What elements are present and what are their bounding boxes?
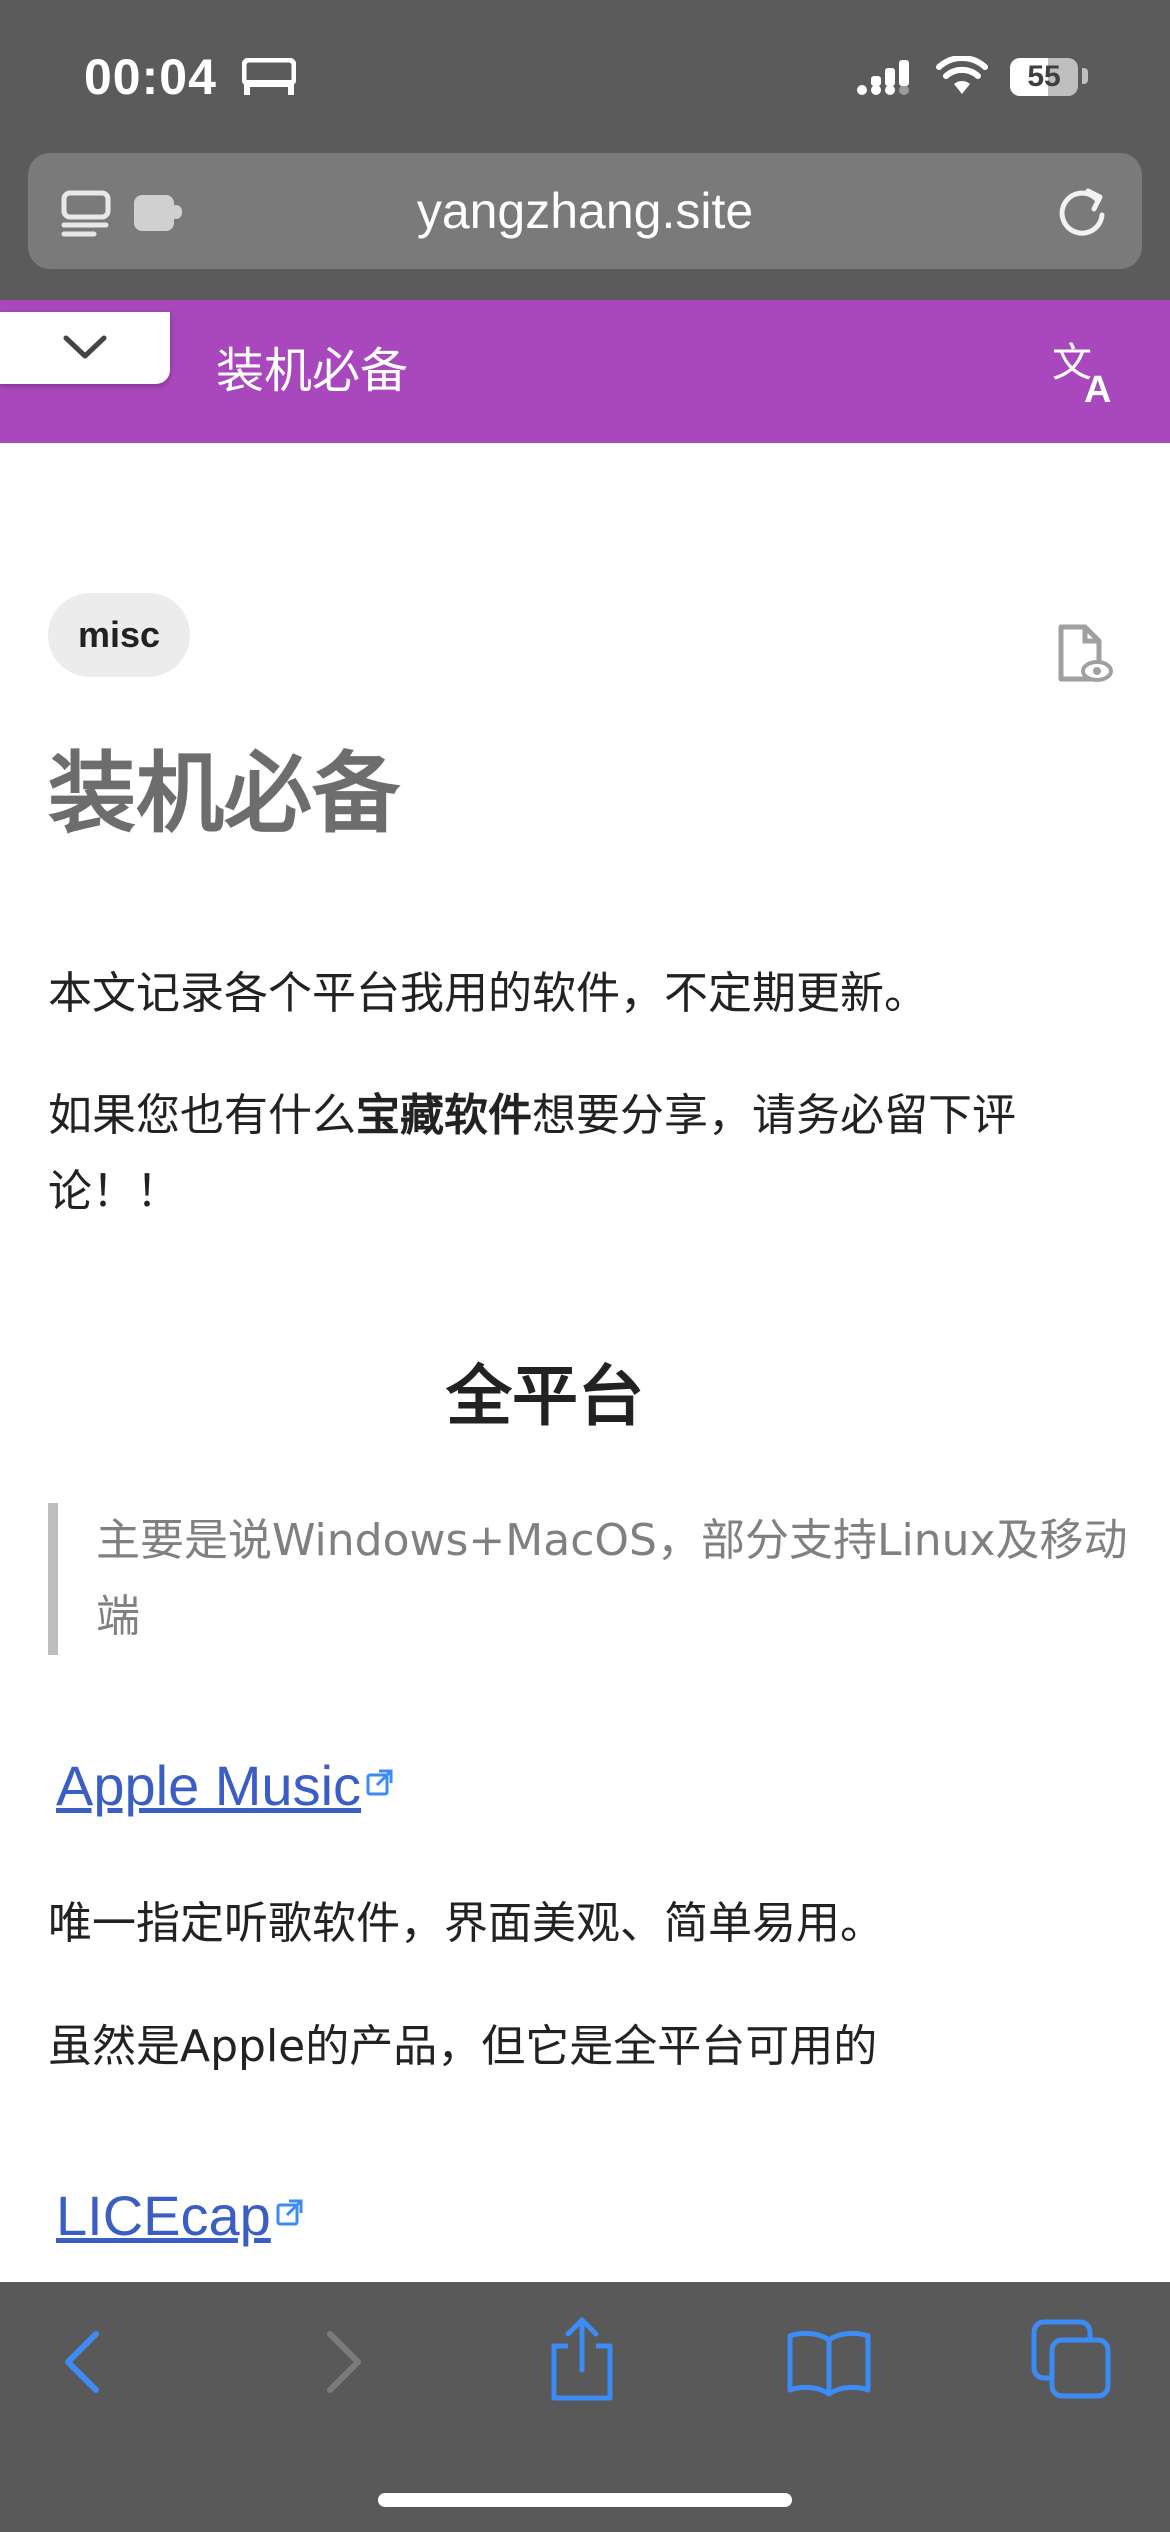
intro-paragraph: 本文记录各个平台我用的软件，不定期更新。 (48, 968, 928, 1019)
software-link-label[interactable]: LICEcap (56, 2184, 271, 2247)
battery-icon: 55 (1010, 58, 1078, 96)
reload-icon[interactable] (1054, 183, 1110, 239)
cta-paragraph: 如果您也有什么宝藏软件想要分享，请务必留下评论！！ (48, 1078, 1118, 1230)
url-text[interactable]: yangzhang.site (28, 153, 1142, 269)
external-link-icon (276, 2199, 303, 2226)
home-indicator (378, 2493, 792, 2507)
external-link-icon (366, 1769, 393, 1796)
status-bar: 00:04 55 (0, 0, 1170, 150)
software-link-apple-music[interactable]: Apple Music (56, 1753, 395, 1818)
svg-text:A: A (1084, 369, 1111, 404)
translate-icon[interactable]: 文 A (1050, 338, 1122, 404)
chevron-down-icon (63, 335, 107, 359)
bookmarks-button[interactable] (784, 2326, 874, 2398)
cta-text-before: 如果您也有什么 (48, 1090, 356, 1141)
address-bar[interactable]: yangzhang.site (28, 153, 1142, 269)
reader-view-icon[interactable] (1055, 621, 1115, 687)
item-description: 唯一指定听歌软件，界面美观、简单易用。 (48, 1898, 884, 1949)
category-tag[interactable]: misc (48, 593, 191, 677)
battery-level: 55 (1027, 60, 1061, 93)
back-button[interactable] (56, 2322, 116, 2402)
signal-icon (857, 60, 909, 95)
forward-button[interactable] (310, 2322, 370, 2402)
article-title: 装机必备 (48, 742, 401, 845)
bed-icon (242, 58, 296, 95)
share-button[interactable] (546, 2314, 618, 2404)
status-time: 00:04 (84, 49, 217, 105)
section-heading: 全平台 (446, 1358, 644, 1435)
browser-chrome: yangzhang.site (0, 140, 1170, 300)
software-link-licecap[interactable]: LICEcap (56, 2183, 305, 2248)
wifi-icon (936, 56, 988, 94)
section-blockquote: 主要是说Windows+MacOS，部分支持Linux及移动端 (48, 1503, 1156, 1655)
site-header: 装机必备 (0, 300, 1170, 443)
cta-bold-text: 宝藏软件 (356, 1090, 532, 1141)
software-link-label[interactable]: Apple Music (56, 1754, 361, 1817)
item-description: 虽然是Apple的产品，但它是全平台可用的 (48, 2021, 878, 2072)
tabs-button[interactable] (1030, 2318, 1114, 2402)
header-title: 装机必备 (216, 343, 409, 399)
collapse-toolbar-button[interactable] (0, 312, 170, 384)
